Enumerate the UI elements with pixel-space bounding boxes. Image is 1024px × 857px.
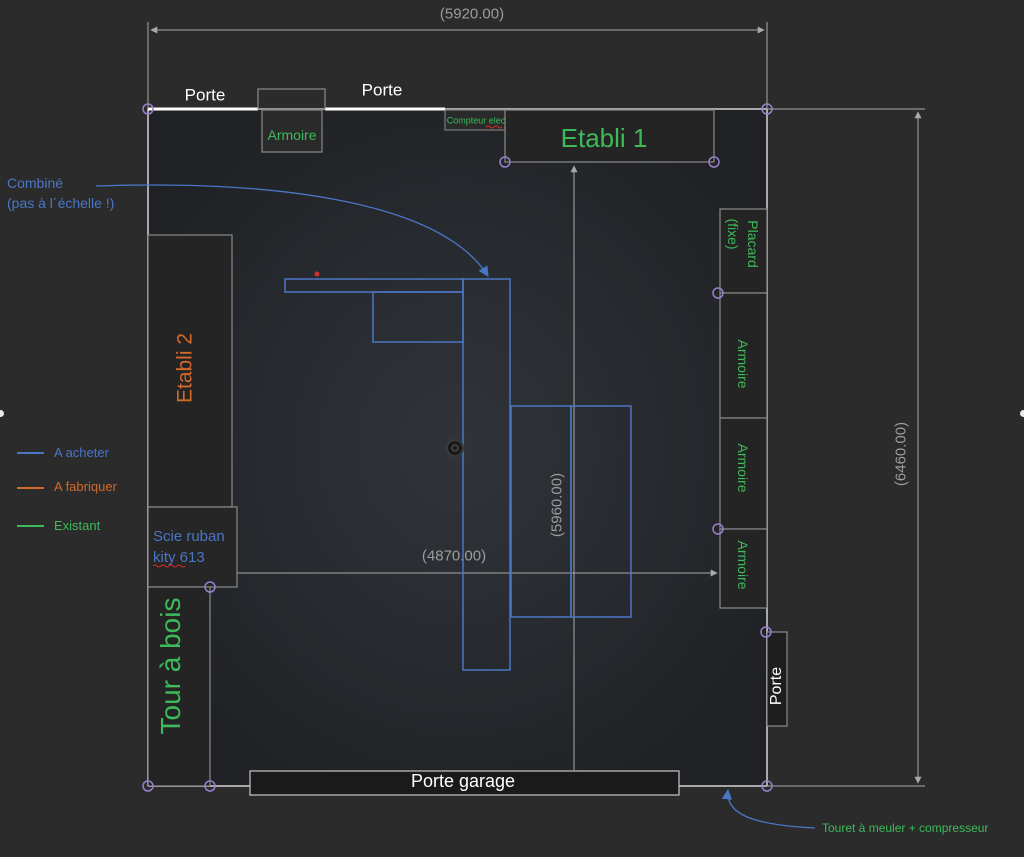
- etabli1-box: [504, 109, 715, 163]
- placard-box: [719, 208, 768, 294]
- dimension-right: [767, 108, 925, 787]
- dimension-top: [147, 22, 768, 109]
- armoire-r2-box: [719, 417, 768, 530]
- porte-top-box: [257, 88, 326, 110]
- center-target: [446, 439, 464, 457]
- tour-box: [147, 586, 211, 787]
- scie-box: [147, 506, 238, 588]
- floor-plan: [17, 22, 925, 829]
- armoire-r1-box: [719, 292, 768, 419]
- armoire-top-box: [261, 109, 323, 153]
- etabli2-box: [147, 234, 233, 508]
- compteur-box: [444, 109, 506, 131]
- porte-side-box: [766, 631, 788, 727]
- touret-arrow: [721, 788, 816, 829]
- red-marker: [314, 271, 320, 277]
- porte-garage-box: [249, 770, 680, 796]
- armoire-r3-box: [719, 528, 768, 609]
